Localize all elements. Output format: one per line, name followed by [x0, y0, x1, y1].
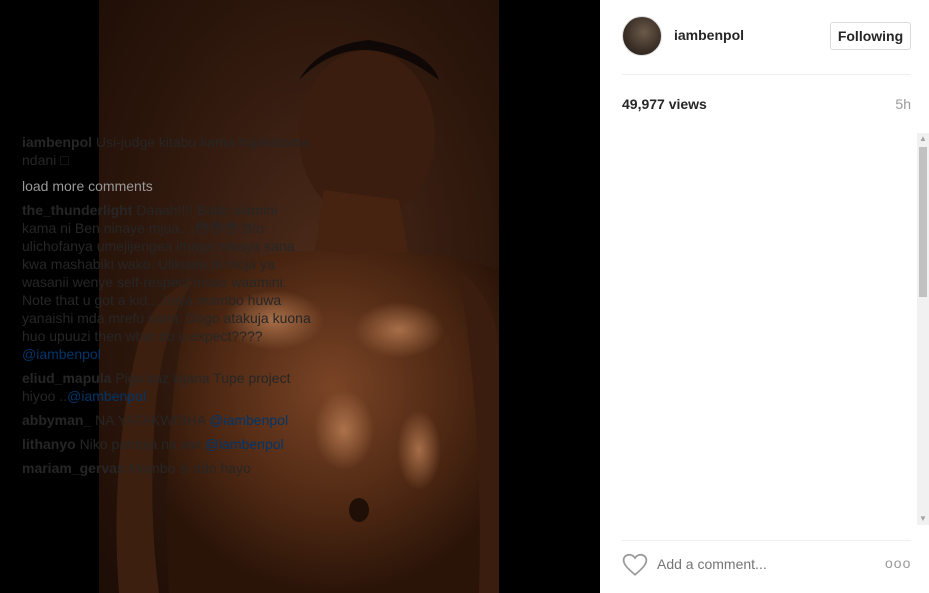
scroll-up-arrow-icon[interactable]: ▲: [917, 133, 929, 145]
comment-mention[interactable]: @iambenpol: [22, 346, 101, 362]
comment-mention[interactable]: @iambenpol: [209, 412, 288, 428]
following-button[interactable]: Following: [830, 22, 911, 50]
heart-icon[interactable]: [622, 553, 648, 577]
scroll-down-arrow-icon[interactable]: ▼: [917, 513, 929, 525]
comment-text: NA YATAKWISHA: [95, 412, 206, 428]
post-header: iambenpol Following: [600, 0, 929, 74]
comments-list: iambenpol Usi-judge kitabu kama hujakiso…: [22, 133, 312, 525]
comment-item: mariam_gervas Mambo si ndo hayo: [22, 459, 312, 477]
post-username[interactable]: iambenpol: [674, 27, 744, 43]
header-divider: [622, 74, 911, 75]
comment-username[interactable]: mariam_gervas: [22, 460, 125, 476]
comment-item: lithanyo Niko pamoja na ww @iambenpol: [22, 435, 312, 453]
avatar[interactable]: [622, 16, 662, 56]
add-comment-input[interactable]: [657, 556, 857, 572]
comment-item: the_thunderlight Daaah!!!! Bado siamini …: [22, 201, 312, 363]
post-side-panel: iambenpol Following 49,977 views 5h ooo: [600, 0, 929, 593]
more-options-button[interactable]: ooo: [885, 555, 911, 571]
comment-username[interactable]: eliud_mapula: [22, 370, 111, 386]
scroll-thumb[interactable]: [919, 147, 927, 297]
comment-item: abbyman_ NA YATAKWISHA @iambenpol: [22, 411, 312, 429]
comments-scrollbar[interactable]: ▲ ▼: [917, 133, 929, 525]
comment-text: Mambo si ndo hayo: [128, 460, 251, 476]
comment-text: Niko pamoja na ww: [79, 436, 201, 452]
comment-mention[interactable]: @iambenpol: [67, 388, 146, 404]
post-time[interactable]: 5h: [895, 96, 911, 112]
comment-username[interactable]: abbyman_: [22, 412, 91, 428]
comment-username[interactable]: the_thunderlight: [22, 202, 132, 218]
view-count: 49,977 views: [622, 96, 707, 112]
post-stats: 49,977 views 5h: [622, 96, 911, 116]
post-footer: ooo: [600, 541, 929, 593]
comment-username[interactable]: lithanyo: [22, 436, 76, 452]
comment-item: eliud_mapula Piga kaz kijana Tupe projec…: [22, 369, 312, 405]
comment-text: Daaah!!!! Bado siamini kama ni Ben ninay…: [22, 202, 311, 344]
caption: iambenpol Usi-judge kitabu kama hujakiso…: [22, 133, 312, 169]
load-more-comments-link[interactable]: load more comments: [22, 177, 312, 195]
comment-mention[interactable]: @iambenpol: [205, 436, 284, 452]
caption-username[interactable]: iambenpol: [22, 134, 92, 150]
